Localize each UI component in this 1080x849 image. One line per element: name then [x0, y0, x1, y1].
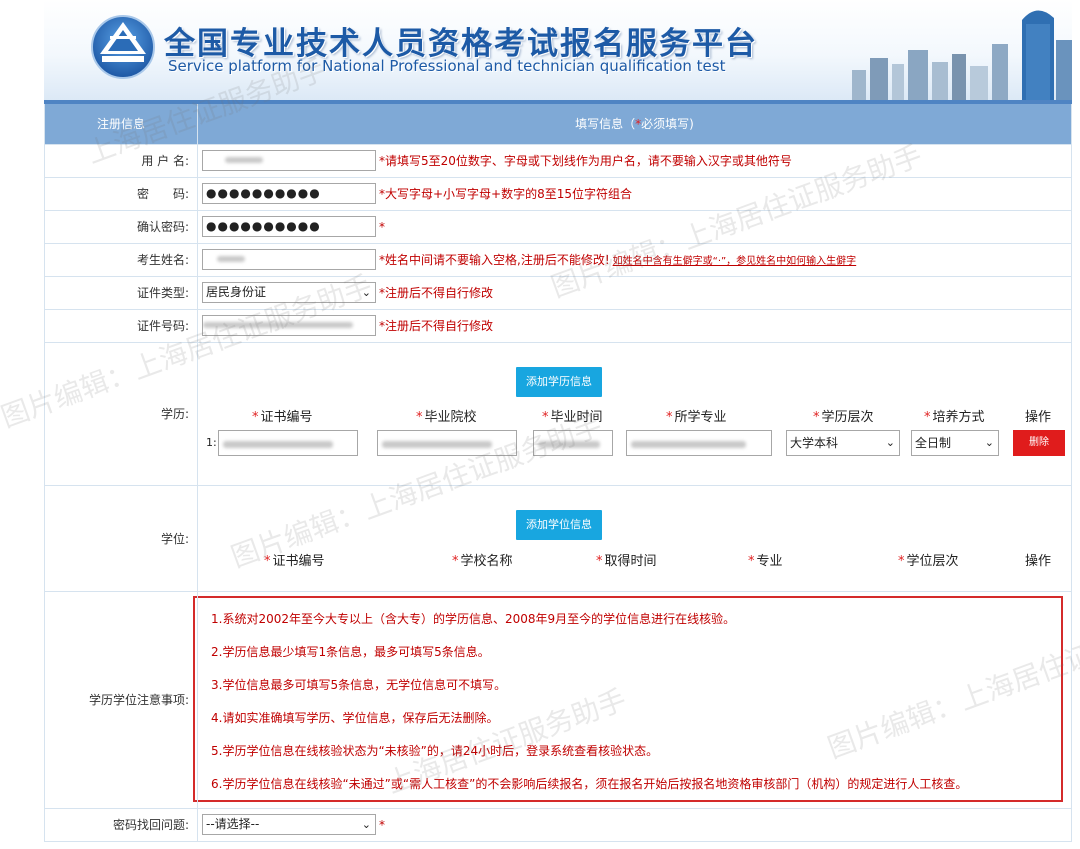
education-action-header: 操作: [1025, 409, 1052, 425]
education-section: 添加学历信息 * 证书编号 * 毕业院校 * 毕业时间 * 所学专业 * 学历层次 * 培养…: [198, 343, 1071, 485]
education-col-header: * 培养方式: [924, 409, 985, 425]
education-col-header: * 毕业院校: [416, 409, 477, 425]
education-school-input[interactable]: [377, 429, 517, 456]
id-type-row: 证件类型: 居民身份证 ⌄ *注册后不得自行修改: [44, 275, 1072, 310]
degree-col-header: * 取得时间: [596, 553, 657, 569]
city-skyline-illustration: [852, 10, 1072, 100]
add-degree-button[interactable]: 添加学位信息: [516, 509, 602, 540]
platform-logo-icon: [91, 15, 155, 79]
name-label: 考生姓名:: [44, 242, 198, 277]
degree-col-header: * 专业: [748, 553, 783, 569]
degree-col-header: * 学校名称: [452, 553, 513, 569]
education-level-select[interactable]: 大学本科 ⌄: [786, 429, 900, 456]
chevron-down-icon: ⌄: [361, 818, 371, 831]
registration-form: 注册信息 填写信息（*必须填写) 用 户 名: *请填写5至20位数字、字母或下…: [44, 100, 1072, 842]
notes-label: 学历学位注意事项:: [44, 590, 198, 809]
id-number-label: 证件号码:: [44, 308, 198, 343]
username-row: 用 户 名: *请填写5至20位数字、字母或下划线作为用户名，请不要输入汉字或其…: [44, 143, 1072, 178]
chevron-down-icon: ⌄: [361, 286, 371, 299]
username-input[interactable]: [202, 150, 376, 171]
degree-col-header: * 证书编号: [264, 553, 325, 569]
delete-education-button[interactable]: 删除: [1013, 429, 1065, 456]
id-number-input[interactable]: [202, 315, 376, 336]
note-item: 3.学位信息最多可填写5条信息，无学位信息可不填写。: [211, 677, 507, 692]
form-header-right: 填写信息（*必须填写): [197, 100, 1072, 145]
degree-action-header: 操作: [1025, 553, 1052, 569]
education-mode-select[interactable]: 全日制 ⌄: [911, 429, 999, 456]
education-col-header: * 证书编号: [252, 409, 313, 425]
note-item: 4.请如实准确填写学历、学位信息，保存后无法删除。: [211, 710, 499, 725]
id-number-row: 证件号码: *注册后不得自行修改: [44, 308, 1072, 343]
add-education-button[interactable]: 添加学历信息: [516, 366, 602, 397]
degree-section: 添加学位信息 * 证书编号 * 学校名称 * 取得时间 * 专业 * 学位层次 操作: [198, 486, 1071, 591]
password-row: 密 码: ●●●●●●●●●● *大写字母+小写字母+数字的8至15位字符组合: [44, 176, 1072, 211]
education-col-header: * 毕业时间: [542, 409, 603, 425]
site-header: 全国专业技术人员资格考试报名服务平台 Service platform for …: [44, 0, 1072, 100]
id-type-hint: *注册后不得自行修改: [379, 286, 494, 300]
degree-col-header: * 学位层次: [898, 553, 959, 569]
recovery-question-hint: *: [379, 817, 385, 832]
education-col-header: * 所学专业: [666, 409, 727, 425]
education-row: 学历: 添加学历信息 * 证书编号 * 毕业院校 * 毕业时间 * 所学专业 * 学历层次…: [44, 341, 1072, 486]
note-item: 6.学历学位信息在线核验“未通过”或“需人工核查”的不会影响后续报名，须在报名开…: [211, 776, 968, 791]
username-hint: *请填写5至20位数字、字母或下划线作为用户名，请不要输入汉字或其他符号: [379, 154, 792, 168]
degree-row: 学位: 添加学位信息 * 证书编号 * 学校名称 * 取得时间 * 专业 * 学位层次 操…: [44, 484, 1072, 592]
notes-row: 学历学位注意事项: 1.系统对2002年至今大专以上（含大专）的学历信息、200…: [44, 590, 1072, 809]
rare-character-help-link[interactable]: 如姓名中含有生僻字或“·”，参见姓名中如何输入生僻字: [613, 256, 857, 267]
form-header-left: 注册信息: [44, 100, 198, 145]
username-label: 用 户 名:: [44, 143, 198, 178]
note-item: 1.系统对2002年至今大专以上（含大专）的学历信息、2008年9月至今的学位信…: [211, 611, 736, 626]
note-item: 5.学历学位信息在线核验状态为“未核验”的，请24小时后，登录系统查看核验状态。: [211, 743, 659, 758]
confirm-password-row: 确认密码: ●●●●●●●●●● *: [44, 209, 1072, 244]
name-input[interactable]: [202, 249, 376, 270]
notes-box: 1.系统对2002年至今大专以上（含大专）的学历信息、2008年9月至今的学位信…: [193, 595, 1063, 802]
education-col-header: * 学历层次: [813, 409, 874, 425]
confirm-password-input[interactable]: ●●●●●●●●●●: [202, 216, 376, 237]
site-subtitle: Service platform for National Profession…: [168, 57, 726, 75]
education-cert-number-input[interactable]: [218, 429, 358, 456]
chevron-down-icon: ⌄: [984, 435, 994, 449]
degree-label: 学位:: [44, 484, 198, 592]
recovery-question-select[interactable]: --请选择-- ⌄: [202, 814, 376, 835]
password-hint: *大写字母+小写字母+数字的8至15位字符组合: [379, 187, 633, 201]
id-type-select[interactable]: 居民身份证 ⌄: [202, 282, 376, 303]
name-hint: *姓名中间请不要输入空格,注册后不能修改!: [379, 253, 610, 267]
name-row: 考生姓名: *姓名中间请不要输入空格,注册后不能修改! 如姓名中含有生僻字或“·”…: [44, 242, 1072, 277]
education-major-input[interactable]: [626, 429, 772, 456]
note-item: 2.学历信息最少填写1条信息，最多可填写5条信息。: [211, 644, 490, 659]
recovery-question-row: 密码找回问题: --请选择-- ⌄ *: [44, 807, 1072, 842]
confirm-password-hint: *: [379, 219, 385, 234]
education-row-index: 1:: [206, 435, 217, 449]
chevron-down-icon: ⌄: [885, 435, 895, 449]
password-label: 密 码:: [44, 176, 198, 211]
confirm-password-label: 确认密码:: [44, 209, 198, 244]
id-type-label: 证件类型:: [44, 275, 198, 310]
id-number-hint: *注册后不得自行修改: [379, 319, 494, 333]
education-graduation-date-input[interactable]: [533, 429, 613, 456]
form-header-row: 注册信息 填写信息（*必须填写): [44, 100, 1072, 145]
recovery-question-label: 密码找回问题:: [44, 807, 198, 842]
password-input[interactable]: ●●●●●●●●●●: [202, 183, 376, 204]
education-label: 学历:: [44, 341, 198, 486]
